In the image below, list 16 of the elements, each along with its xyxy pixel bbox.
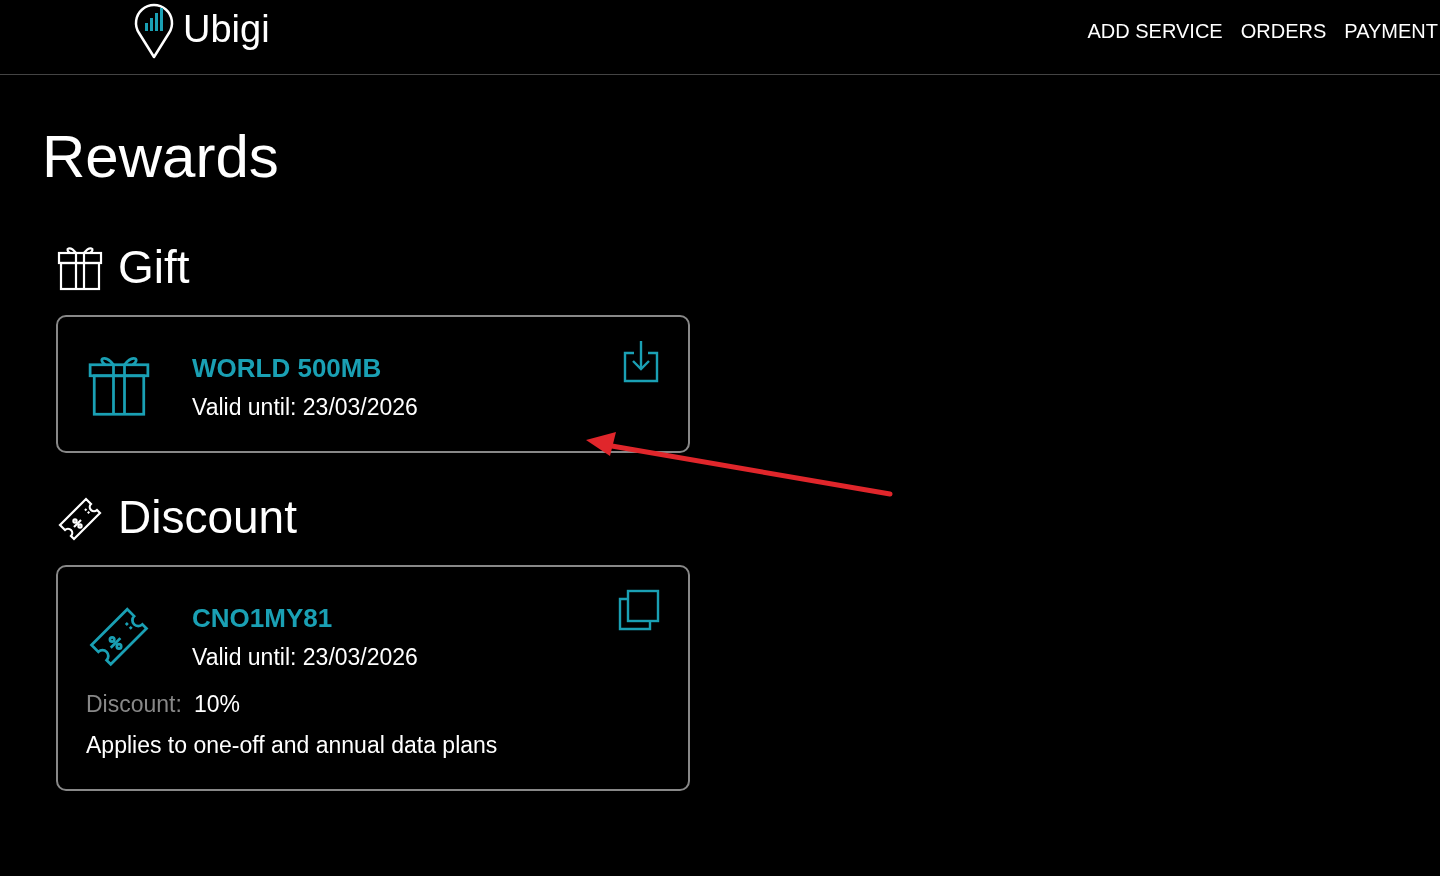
discount-value: 10% [193, 691, 240, 718]
logo-text[interactable]: Ubigi [183, 7, 270, 51]
nav-link[interactable]: ORDERS [1240, 19, 1327, 43]
discount-label: Discount: [86, 691, 182, 718]
reward-name: CNO1MY81 [192, 603, 334, 634]
section-heading: Gift [118, 244, 190, 290]
page-title: Rewards [42, 127, 280, 187]
download-icon[interactable] [622, 339, 660, 385]
discount-note: Applies to one-off and annual data plans [86, 732, 499, 759]
section-heading: Discount [118, 494, 297, 540]
nav-link[interactable]: ADD SERVICE [1087, 19, 1223, 43]
nav-link[interactable]: PAYMENT [1344, 19, 1438, 43]
valid-until: Valid until: 23/03/2026 [192, 644, 419, 671]
copy-icon[interactable] [618, 589, 660, 631]
reward-name: WORLD 500MB [192, 353, 383, 384]
valid-until: Valid until: 23/03/2026 [192, 394, 419, 421]
